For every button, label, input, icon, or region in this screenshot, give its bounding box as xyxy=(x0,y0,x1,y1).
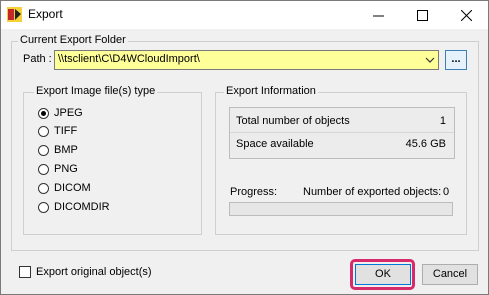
total-objects-label: Total number of objects xyxy=(236,115,350,127)
radio-label: DICOMDIR xyxy=(54,201,110,213)
radio-button[interactable] xyxy=(38,125,49,137)
total-objects-value: 1 xyxy=(439,115,446,127)
radio-jpeg[interactable]: JPEG xyxy=(38,105,83,121)
radio-button[interactable] xyxy=(38,201,49,213)
export-info-group-title: Export Information xyxy=(224,85,318,97)
space-available-row: Space available 45.6 GB xyxy=(230,133,454,155)
radio-label: BMP xyxy=(54,144,78,156)
space-available-value: 45.6 GB xyxy=(405,138,446,150)
browse-button[interactable]: ... xyxy=(445,50,467,70)
radio-dicomdir[interactable]: DICOMDIR xyxy=(38,199,110,215)
progress-label: Progress: xyxy=(230,186,278,198)
radio-label: DICOM xyxy=(54,182,91,194)
radio-bmp[interactable]: BMP xyxy=(38,142,78,158)
total-objects-row: Total number of objects 1 xyxy=(230,110,454,132)
chevron-down-icon xyxy=(425,57,435,63)
radio-tiff[interactable]: TIFF xyxy=(38,123,77,139)
export-info-panel: Total number of objects 1 Space availabl… xyxy=(229,107,455,159)
maximize-icon xyxy=(416,9,428,21)
export-folder-group-title: Current Export Folder xyxy=(18,34,128,46)
path-label: Path : xyxy=(23,53,52,65)
radio-label: TIFF xyxy=(54,125,78,137)
cancel-button[interactable]: Cancel xyxy=(422,264,478,285)
close-icon xyxy=(460,9,472,21)
minimize-button[interactable] xyxy=(356,1,400,29)
radio-button[interactable] xyxy=(38,182,49,194)
radio-label: PNG xyxy=(54,163,78,175)
radio-button[interactable] xyxy=(38,107,49,119)
ok-button[interactable]: OK xyxy=(355,264,411,285)
maximize-button[interactable] xyxy=(400,1,444,29)
window-title: Export xyxy=(28,7,63,21)
path-value: \\tsclient\C\D4WCloudImport\ xyxy=(58,53,200,65)
space-available-label: Space available xyxy=(236,138,314,150)
app-icon xyxy=(7,7,22,22)
progress-bar xyxy=(229,202,453,216)
radio-button[interactable] xyxy=(38,163,49,175)
close-button[interactable] xyxy=(444,1,488,29)
title-bar: Export xyxy=(1,1,488,29)
radio-button[interactable] xyxy=(38,144,49,156)
image-type-group-title: Export Image file(s) type xyxy=(34,85,158,97)
path-combobox[interactable]: \\tsclient\C\D4WCloudImport\ xyxy=(54,50,439,70)
exported-objects-label: Number of exported objects: xyxy=(303,186,442,198)
radio-png[interactable]: PNG xyxy=(38,161,78,177)
exported-objects-count: 0 xyxy=(443,186,450,198)
export-original-label: Export original object(s) xyxy=(36,266,152,278)
export-original-checkbox[interactable] xyxy=(19,266,31,278)
minimize-icon xyxy=(372,15,384,16)
dialog-body: Current Export Folder Path : \\tsclient\… xyxy=(1,29,488,294)
radio-dicom[interactable]: DICOM xyxy=(38,180,91,196)
radio-label: JPEG xyxy=(54,107,83,119)
export-dialog: Export Current Export Folder Path : \\ts… xyxy=(0,0,489,295)
